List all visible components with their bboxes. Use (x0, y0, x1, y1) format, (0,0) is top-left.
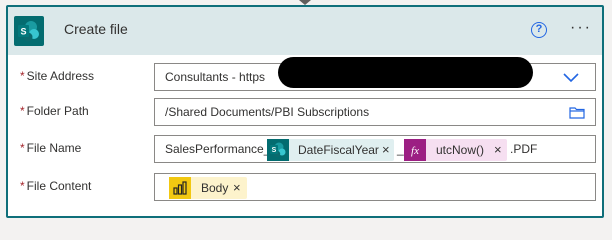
required-marker: * (20, 104, 25, 118)
token-label: DateFiscalYear (298, 143, 379, 157)
redaction-mark (278, 57, 533, 88)
file-content-row: * File Content Body × (8, 173, 602, 201)
ellipsis-icon[interactable]: ··· (570, 19, 592, 37)
token-label: Body (201, 181, 229, 195)
required-marker: * (20, 179, 25, 193)
svg-text:fx: fx (411, 145, 419, 157)
token-label: utcNow() (436, 143, 485, 157)
file-name-input[interactable]: SalesPerformance_ S DateFiscalYear × _ f… (154, 135, 596, 163)
required-marker: * (20, 69, 25, 83)
folder-path-label-text: Folder Path (26, 104, 89, 118)
dynamic-content-token-datefiscalyear[interactable]: S DateFiscalYear × (267, 139, 394, 161)
close-icon[interactable]: × (382, 142, 390, 157)
file-content-input[interactable]: Body × (154, 173, 596, 201)
folder-path-input[interactable]: /Shared Documents/PBI Subscriptions (154, 98, 596, 126)
file-name-label-text: File Name (26, 141, 82, 155)
file-name-label: * File Name (20, 141, 81, 155)
folder-path-label: * Folder Path (20, 104, 89, 118)
site-address-dropdown[interactable]: Consultants - https (154, 57, 596, 91)
file-name-row: * File Name SalesPerformance_ S DateFisca… (8, 135, 602, 163)
action-title: Create file (64, 21, 128, 37)
file-name-prefix: SalesPerformance_ (165, 142, 271, 156)
folder-icon[interactable] (569, 106, 585, 119)
folder-path-row: * Folder Path /Shared Documents/PBI Subsc… (8, 98, 602, 126)
folder-path-value: /Shared Documents/PBI Subscriptions (165, 105, 370, 119)
svg-text:S: S (272, 147, 277, 154)
powerbi-icon (169, 177, 191, 199)
dynamic-content-token-body[interactable]: Body × (169, 177, 247, 199)
expression-token-utcnow[interactable]: fx utcNow() × (404, 139, 507, 161)
question-circle-icon[interactable]: ? (531, 22, 547, 38)
site-address-value: Consultants - https (165, 70, 266, 84)
function-icon: fx (404, 139, 426, 161)
sharepoint-icon: S (267, 139, 289, 161)
sharepoint-icon: S (14, 16, 44, 46)
site-address-row: * Site Address Consultants - https (8, 57, 602, 91)
svg-text:S: S (20, 27, 26, 37)
file-name-separator: _ (397, 142, 404, 156)
site-address-label: * Site Address (20, 69, 94, 83)
chevron-down-icon[interactable] (563, 71, 579, 83)
action-header[interactable]: S Create file ? ··· (8, 7, 602, 55)
close-icon[interactable]: × (233, 180, 241, 195)
site-address-label-text: Site Address (26, 69, 95, 83)
required-marker: * (20, 141, 25, 155)
file-content-label-text: File Content (26, 179, 92, 193)
create-file-action-card: S Create file ? ··· * Site Address Consul… (6, 5, 604, 218)
file-content-label: * File Content (20, 179, 91, 193)
file-name-suffix: .PDF (510, 142, 538, 156)
close-icon[interactable]: × (494, 142, 502, 157)
